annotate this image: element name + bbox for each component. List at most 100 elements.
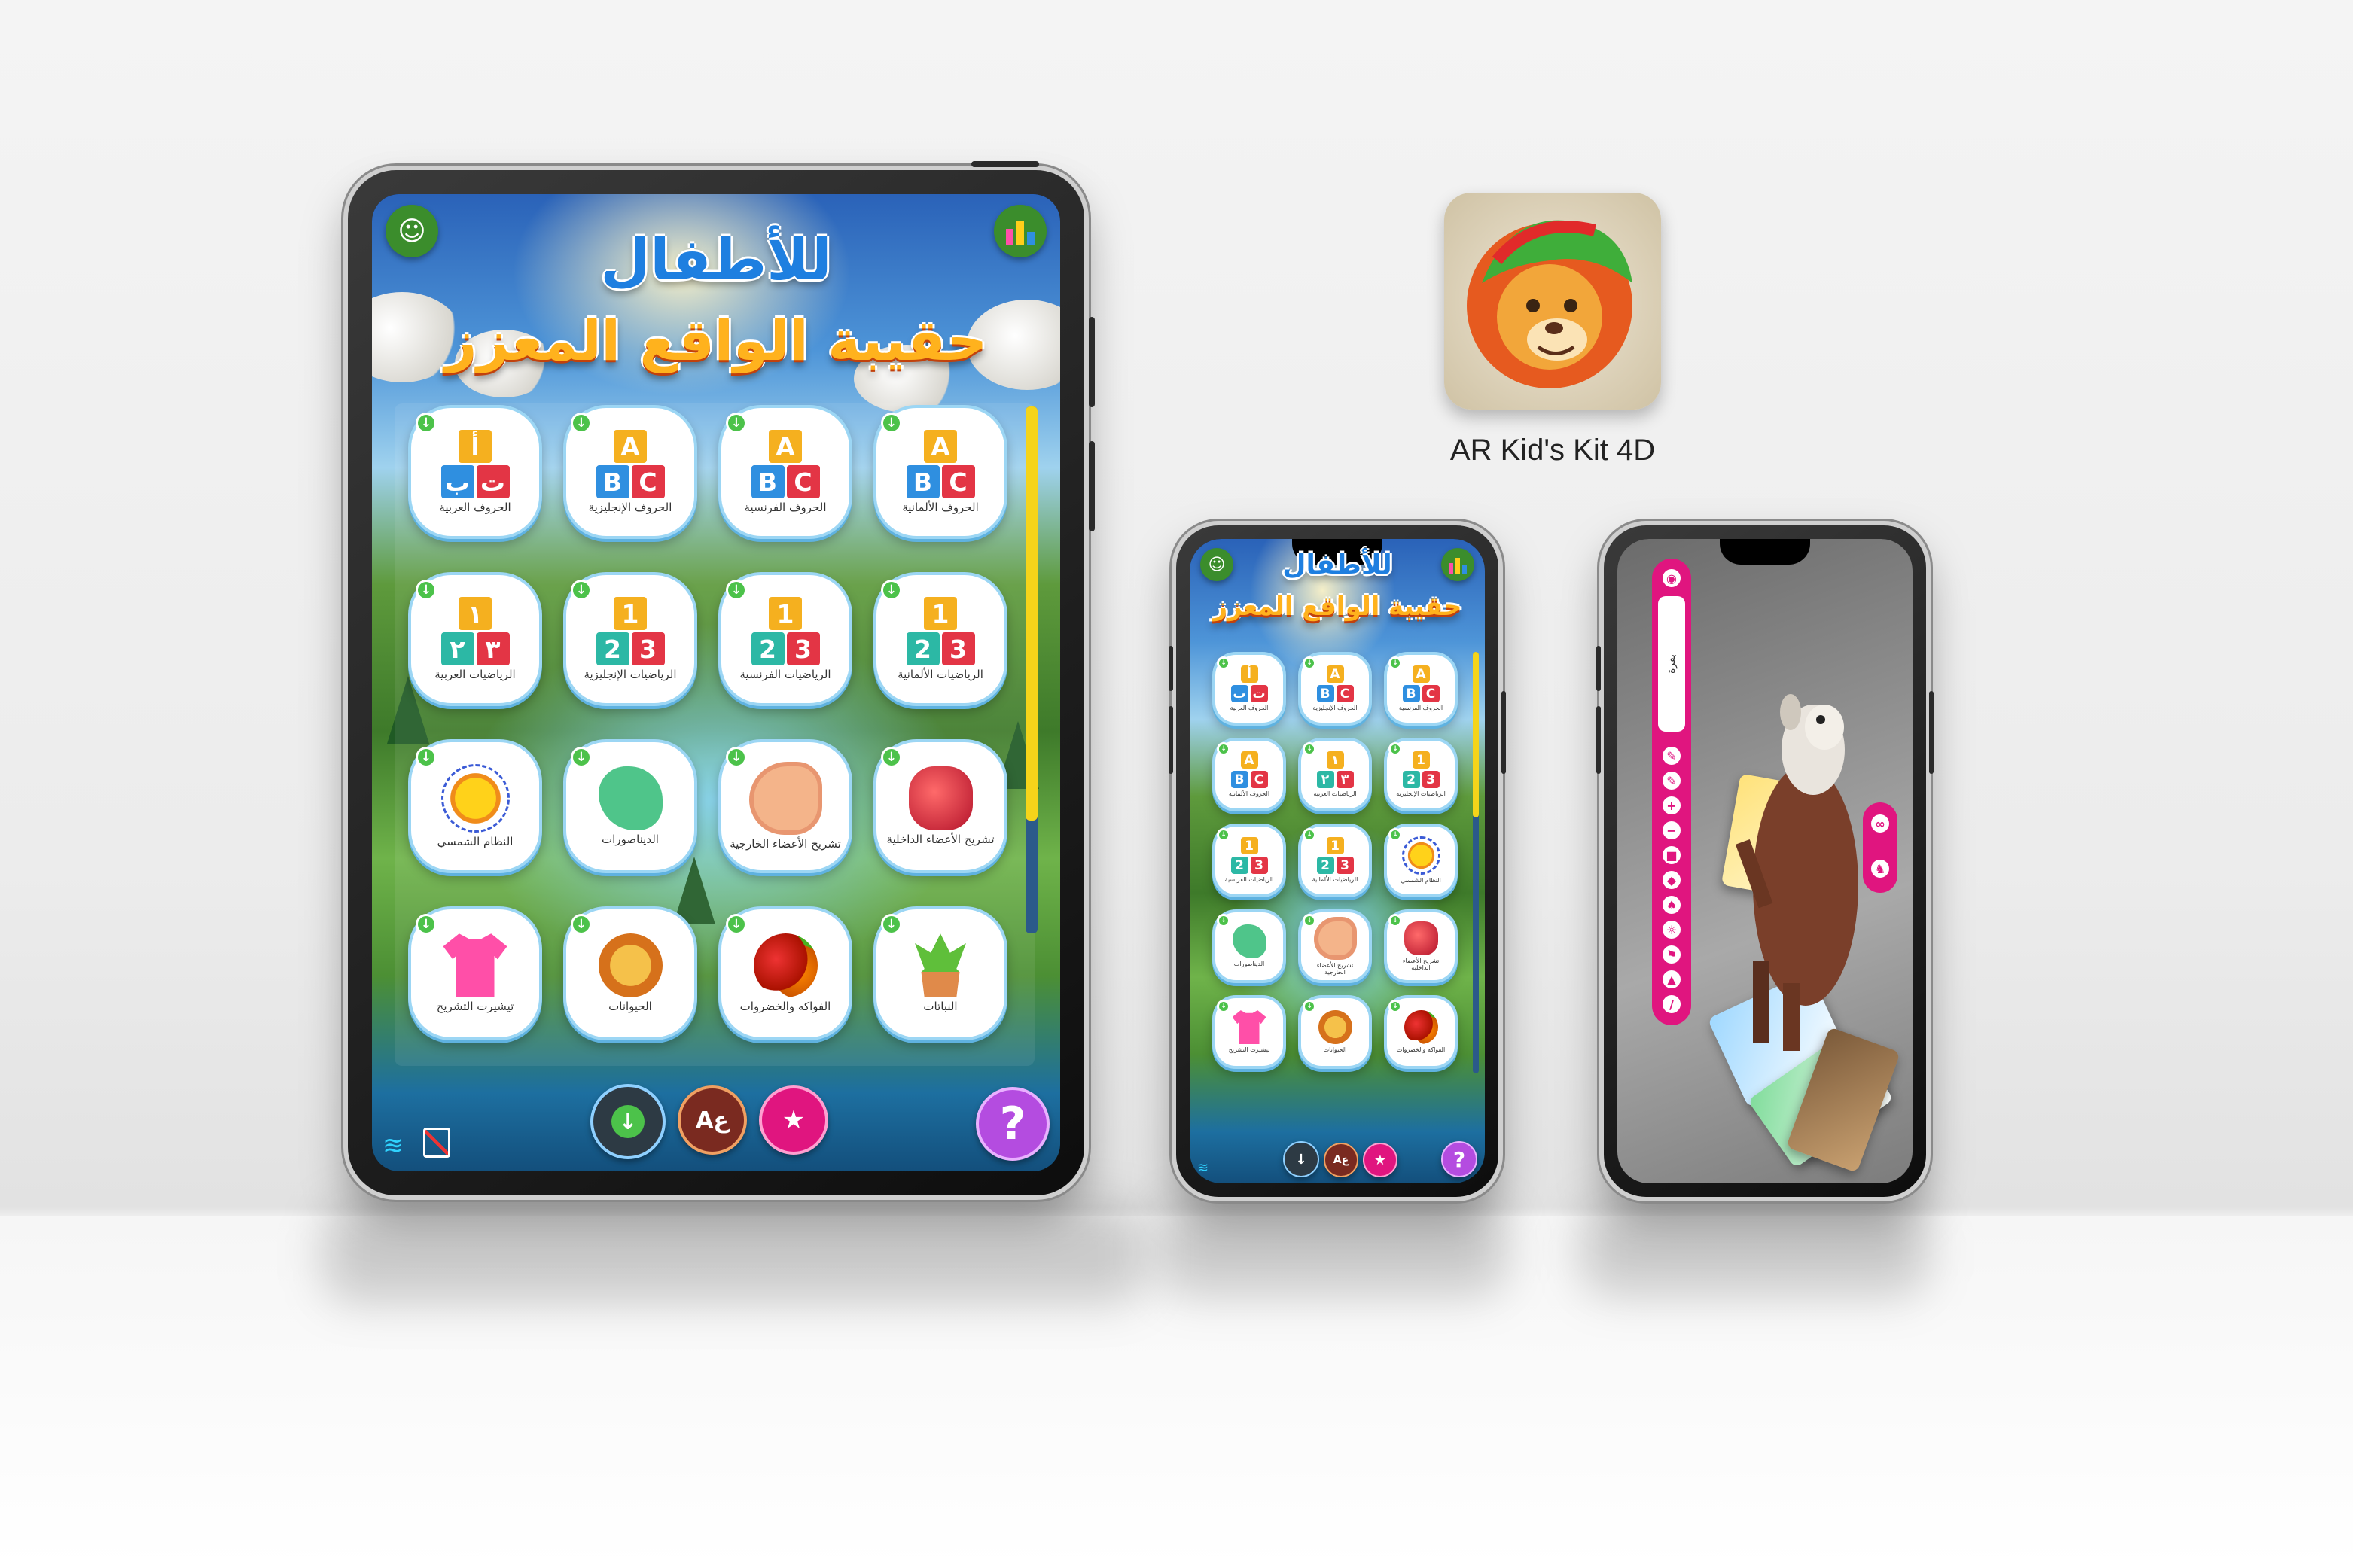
download-badge-icon[interactable]: ↓ <box>418 582 434 598</box>
download-badge-icon[interactable]: ↓ <box>1219 830 1228 839</box>
download-badge-icon[interactable]: ↓ <box>1305 1002 1314 1011</box>
download-badge-icon[interactable]: ↓ <box>1391 830 1400 839</box>
french-letters-icon: ABC <box>1402 665 1440 703</box>
letter-block: 2 <box>906 632 940 666</box>
dance-icon[interactable]: ☼ <box>1663 921 1681 939</box>
category-label: النظام الشمسي <box>1401 877 1441 884</box>
download-badge-icon[interactable]: ↓ <box>728 749 745 766</box>
animal-icon[interactable]: ♞ <box>1871 860 1889 878</box>
letter-block: ت <box>1250 685 1268 703</box>
download-badge-icon[interactable]: ↓ <box>883 916 900 933</box>
category-tile[interactable]: ↓ 1 2 3 الرياضيات الألمانية <box>873 572 1007 706</box>
category-tile[interactable]: ↓ تشريح الأعضاء الخارجية <box>718 739 852 873</box>
category-tile[interactable]: ↓ ١ ٢ ٣ الرياضيات العربية <box>408 572 542 706</box>
category-tile[interactable]: ↓ ١ ٢ ٣ الرياضيات العربية <box>1298 738 1372 811</box>
download-badge-icon[interactable]: ↓ <box>1391 744 1400 754</box>
letter-block: C <box>786 465 820 499</box>
flashcards-button[interactable]: ★ <box>759 1085 828 1155</box>
category-tile[interactable]: ↓ تيشيرت التشريح <box>408 906 542 1040</box>
category-label: الرياضيات الإنجليزية <box>584 668 677 682</box>
category-tile[interactable]: ↓ 1 2 3 الرياضيات الفرنسية <box>718 572 852 706</box>
download-badge-icon[interactable]: ↓ <box>573 749 590 766</box>
download-badge-icon[interactable]: ↓ <box>1219 744 1228 754</box>
plus-icon[interactable]: + <box>1663 796 1681 814</box>
download-badge-icon[interactable]: ↓ <box>1391 1002 1400 1011</box>
category-tile[interactable]: ↓ الفواكه والخضروات <box>718 906 852 1040</box>
category-tile[interactable]: ↓ الحيوانات <box>1298 995 1372 1069</box>
category-label: تشريح الأعضاء الداخلية <box>1402 957 1440 971</box>
download-badge-icon[interactable]: ↓ <box>1305 744 1314 754</box>
download-all-button[interactable]: ↓ <box>590 1084 666 1159</box>
download-badge-icon[interactable]: ↓ <box>1219 659 1228 668</box>
category-tile[interactable]: ↓ 1 2 3 الرياضيات الألمانية <box>1298 824 1372 897</box>
square-icon[interactable]: ■ <box>1663 846 1681 864</box>
download-badge-icon[interactable]: ↓ <box>573 415 590 431</box>
download-badge-icon[interactable]: ↓ <box>418 749 434 766</box>
category-tile[interactable]: ↓ الفواكه والخضروات <box>1384 995 1458 1069</box>
download-badge-icon[interactable]: ↓ <box>418 916 434 933</box>
binoculars-icon[interactable]: ∞ <box>1871 814 1889 833</box>
download-badge-icon[interactable]: ↓ <box>1305 659 1314 668</box>
qr-shirt-icon <box>443 933 507 998</box>
download-badge-icon[interactable]: ↓ <box>1391 916 1400 925</box>
category-tile[interactable]: ↓ A B C الحروف الألمانية <box>873 405 1007 539</box>
category-tile[interactable]: ↓ A B C الحروف الفرنسية <box>718 405 852 539</box>
category-tile[interactable]: ↓ الديناصورات <box>563 739 697 873</box>
category-tile[interactable]: ↓ A B C الحروف الإنجليزية <box>563 405 697 539</box>
download-badge-icon[interactable]: ↓ <box>883 749 900 766</box>
download-badge-icon[interactable]: ↓ <box>883 415 900 431</box>
category-tile[interactable]: ↓ A B C الحروف الفرنسية <box>1384 652 1458 726</box>
run-icon[interactable]: ⚑ <box>1663 945 1681 964</box>
category-tile[interactable]: ↓ الحيوانات <box>563 906 697 1040</box>
download-badge-icon[interactable]: ↓ <box>1305 830 1314 839</box>
help-button[interactable]: ? <box>1441 1141 1477 1177</box>
paint-icon[interactable]: ♠ <box>1663 896 1681 914</box>
eraser-icon[interactable]: ◆ <box>1663 871 1681 889</box>
category-tile[interactable]: ↓ تشريح الأعضاء الداخلية <box>1384 909 1458 983</box>
scrollbar-thumb[interactable] <box>1473 652 1479 817</box>
download-badge-icon[interactable]: ↓ <box>728 916 745 933</box>
category-tile[interactable]: ↓ أ ب ت الحروف العربية <box>1212 652 1286 726</box>
category-tile[interactable]: ↓ الديناصورات <box>1212 909 1286 983</box>
category-tile[interactable]: ↓ تشريح الأعضاء الداخلية <box>873 739 1007 873</box>
shark-icon[interactable]: ▲ <box>1663 970 1681 988</box>
cards-icon: ★ <box>1373 1152 1387 1168</box>
category-tile[interactable]: ↓ A B C الحروف الإنجليزية <box>1298 652 1372 726</box>
category-tile[interactable]: ↓ 1 2 3 الرياضيات الإنجليزية <box>563 572 697 706</box>
category-tile[interactable]: ↓ النباتات <box>873 906 1007 1040</box>
letter-block: ب <box>1230 685 1248 703</box>
download-all-button[interactable]: ↓ <box>1283 1141 1319 1177</box>
download-badge-icon[interactable]: ↓ <box>883 582 900 598</box>
letter-block: 3 <box>941 632 975 666</box>
category-tile[interactable]: ↓ 1 2 3 الرياضيات الإنجليزية <box>1384 738 1458 811</box>
download-badge-icon[interactable]: ↓ <box>1219 916 1228 925</box>
pencil-icon[interactable]: ✎ <box>1663 772 1681 790</box>
ruler-icon[interactable]: ✎ <box>1663 747 1681 765</box>
download-badge-icon[interactable]: ↓ <box>1391 659 1400 668</box>
download-badge-icon[interactable]: ↓ <box>1219 1002 1228 1011</box>
scrollbar-thumb[interactable] <box>1026 406 1038 821</box>
category-tile[interactable]: ↓ النظام الشمسي <box>1384 824 1458 897</box>
category-scrollbar[interactable] <box>1026 406 1038 933</box>
letter-block: 3 <box>631 632 665 666</box>
download-badge-icon[interactable]: ↓ <box>728 582 745 598</box>
category-tile[interactable]: ↓ تيشيرت التشريح <box>1212 995 1286 1069</box>
category-tile[interactable]: ↓ تشريح الأعضاء الخارجية <box>1298 909 1372 983</box>
download-badge-icon[interactable]: ↓ <box>418 415 434 431</box>
category-tile[interactable]: ↓ أ ب ت الحروف العربية <box>408 405 542 539</box>
language-button[interactable]: Aع <box>1324 1143 1358 1177</box>
download-badge-icon[interactable]: ↓ <box>728 415 745 431</box>
category-tile[interactable]: ↓ 1 2 3 الرياضيات الفرنسية <box>1212 824 1286 897</box>
download-badge-icon[interactable]: ↓ <box>1305 916 1314 925</box>
minus-icon[interactable]: − <box>1663 821 1681 839</box>
language-button[interactable]: Aع <box>678 1085 747 1155</box>
download-badge-icon[interactable]: ↓ <box>573 582 590 598</box>
eye-icon[interactable]: ◉ <box>1663 569 1681 587</box>
help-button[interactable]: ? <box>976 1087 1050 1161</box>
flashcards-button[interactable]: ★ <box>1363 1143 1397 1177</box>
category-tile[interactable]: ↓ النظام الشمسي <box>408 739 542 873</box>
category-scrollbar[interactable] <box>1473 652 1479 1073</box>
download-badge-icon[interactable]: ↓ <box>573 916 590 933</box>
category-tile[interactable]: ↓ A B C الحروف الألمانية <box>1212 738 1286 811</box>
wand-icon[interactable]: / <box>1663 995 1681 1013</box>
